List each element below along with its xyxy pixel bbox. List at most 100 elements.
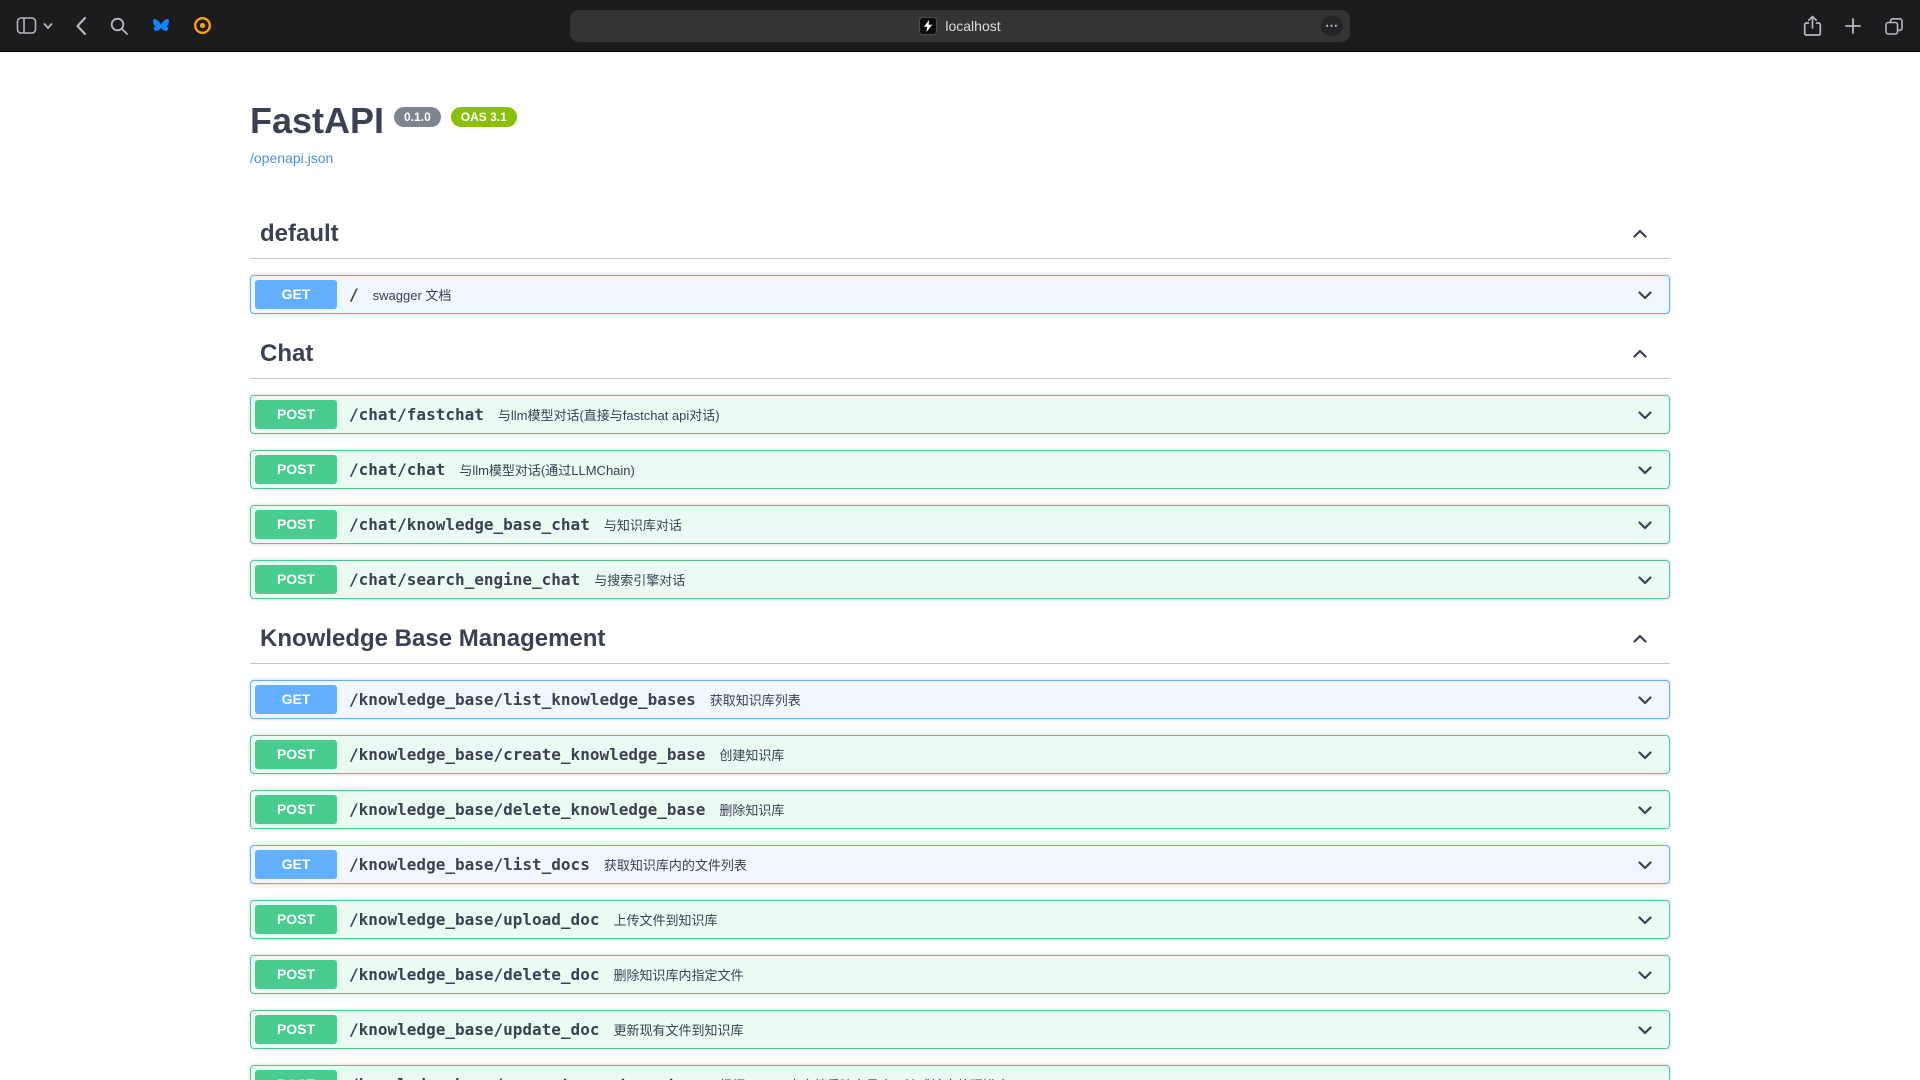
http-method-badge: POST	[255, 400, 337, 429]
endpoint-row[interactable]: POST /knowledge_base/upload_doc 上传文件到知识库	[250, 900, 1670, 939]
api-tag-section: Chat POST /chat/fastchat 与llm模型对话(直接与fas…	[250, 330, 1670, 599]
endpoint-description: 删除知识库内指定文件	[613, 965, 743, 984]
browser-toolbar: localhost ⋯	[0, 0, 1920, 52]
version-badge: 0.1.0	[394, 107, 441, 127]
http-method-badge: POST	[255, 1070, 337, 1080]
address-bar[interactable]: localhost ⋯	[570, 10, 1350, 42]
new-tab-icon[interactable]	[1844, 17, 1862, 35]
endpoint-row[interactable]: GET /knowledge_base/list_docs 获取知识库内的文件列…	[250, 845, 1670, 884]
expand-endpoint-icon[interactable]	[1635, 690, 1655, 710]
sidebar-chevron-icon[interactable]	[43, 22, 53, 30]
back-icon[interactable]	[75, 16, 87, 36]
endpoint-path: /chat/knowledge_base_chat	[337, 515, 602, 534]
collapse-section-icon[interactable]	[1630, 344, 1650, 364]
record-icon[interactable]	[193, 16, 212, 35]
http-method-badge: POST	[255, 960, 337, 989]
openapi-json-link[interactable]: /openapi.json	[250, 150, 333, 166]
endpoint-path: /knowledge_base/update_doc	[337, 1020, 611, 1039]
address-content: localhost	[919, 17, 1000, 35]
endpoint-row[interactable]: GET / swagger 文档	[250, 275, 1670, 314]
share-icon[interactable]	[1803, 15, 1822, 37]
endpoint-description: 删除知识库	[719, 800, 784, 819]
endpoint-description: 根据content中文档重建向量库，流式输出处理进度。	[719, 1075, 1022, 1080]
http-method-badge: POST	[255, 565, 337, 594]
endpoint-row[interactable]: POST /knowledge_base/recreate_vector_sto…	[250, 1065, 1670, 1080]
bluesky-app-icon[interactable]	[151, 17, 171, 35]
expand-endpoint-icon[interactable]	[1635, 1075, 1655, 1080]
extensions-badge-icon[interactable]: ⋯	[1321, 16, 1343, 36]
api-tag-section: default GET / swagger 文档	[250, 210, 1670, 314]
endpoint-row[interactable]: GET /knowledge_base/list_knowledge_bases…	[250, 680, 1670, 719]
url-text: localhost	[945, 18, 1000, 34]
section-header[interactable]: Chat	[250, 330, 1670, 379]
endpoint-row[interactable]: POST /knowledge_base/create_knowledge_ba…	[250, 735, 1670, 774]
http-method-badge: POST	[255, 905, 337, 934]
http-method-badge: POST	[255, 455, 337, 484]
oas-badge: OAS 3.1	[451, 107, 517, 127]
endpoint-path: /knowledge_base/delete_doc	[337, 965, 611, 984]
endpoint-path: /chat/fastchat	[337, 405, 496, 424]
sidebar-toggle-icon[interactable]	[16, 16, 37, 35]
expand-endpoint-icon[interactable]	[1635, 855, 1655, 875]
endpoint-path: /knowledge_base/create_knowledge_base	[337, 745, 717, 764]
operations-list: POST /chat/fastchat 与llm模型对话(直接与fastchat…	[250, 379, 1670, 599]
endpoint-path: /chat/search_engine_chat	[337, 570, 592, 589]
tab-overview-icon[interactable]	[1884, 16, 1904, 36]
expand-endpoint-icon[interactable]	[1635, 965, 1655, 985]
expand-endpoint-icon[interactable]	[1635, 1020, 1655, 1040]
http-method-badge: POST	[255, 510, 337, 539]
endpoint-path: /knowledge_base/delete_knowledge_base	[337, 800, 717, 819]
expand-endpoint-icon[interactable]	[1635, 285, 1655, 305]
endpoint-description: 创建知识库	[719, 745, 784, 764]
page-title: FastAPI 0.1.0 OAS 3.1	[250, 100, 1670, 142]
endpoint-row[interactable]: POST /chat/knowledge_base_chat 与知识库对话	[250, 505, 1670, 544]
collapse-section-icon[interactable]	[1630, 224, 1650, 244]
endpoint-description: 获取知识库列表	[710, 690, 801, 709]
endpoint-description: 与llm模型对话(通过LLMChain)	[459, 460, 635, 479]
operations-list: GET /knowledge_base/list_knowledge_bases…	[250, 664, 1670, 1080]
section-header[interactable]: Knowledge Base Management	[250, 615, 1670, 664]
expand-endpoint-icon[interactable]	[1635, 910, 1655, 930]
expand-endpoint-icon[interactable]	[1635, 405, 1655, 425]
endpoint-description: 与llm模型对话(直接与fastchat api对话)	[498, 405, 720, 424]
swagger-page: FastAPI 0.1.0 OAS 3.1 /openapi.json defa…	[0, 52, 1920, 1080]
expand-endpoint-icon[interactable]	[1635, 460, 1655, 480]
section-title: default	[260, 220, 339, 248]
toolbar-right-group	[1803, 0, 1904, 51]
endpoint-row[interactable]: POST /knowledge_base/update_doc 更新现有文件到知…	[250, 1010, 1670, 1049]
http-method-badge: GET	[255, 280, 337, 309]
search-icon[interactable]	[109, 16, 129, 36]
endpoint-row[interactable]: POST /knowledge_base/delete_doc 删除知识库内指定…	[250, 955, 1670, 994]
operations-list: GET / swagger 文档	[250, 259, 1670, 314]
http-method-badge: POST	[255, 740, 337, 769]
api-sections: default GET / swagger 文档 Chat	[250, 210, 1670, 1080]
api-tag-section: Knowledge Base Management GET /knowledge…	[250, 615, 1670, 1080]
endpoint-description: 与搜索引擎对话	[594, 570, 685, 589]
expand-endpoint-icon[interactable]	[1635, 745, 1655, 765]
endpoint-path: /chat/chat	[337, 460, 457, 479]
endpoint-row[interactable]: POST /chat/search_engine_chat 与搜索引擎对话	[250, 560, 1670, 599]
expand-endpoint-icon[interactable]	[1635, 515, 1655, 535]
sidebar-cluster	[16, 16, 53, 35]
expand-endpoint-icon[interactable]	[1635, 800, 1655, 820]
endpoint-description: 获取知识库内的文件列表	[604, 855, 747, 874]
api-title-text: FastAPI	[250, 100, 384, 142]
endpoint-row[interactable]: POST /chat/chat 与llm模型对话(通过LLMChain)	[250, 450, 1670, 489]
section-title: Chat	[260, 340, 313, 368]
toolbar-left-group	[16, 0, 212, 51]
endpoint-path: /knowledge_base/list_docs	[337, 855, 602, 874]
http-method-badge: GET	[255, 685, 337, 714]
collapse-section-icon[interactable]	[1630, 629, 1650, 649]
endpoint-row[interactable]: POST /chat/fastchat 与llm模型对话(直接与fastchat…	[250, 395, 1670, 434]
endpoint-path: /	[337, 285, 371, 304]
section-header[interactable]: default	[250, 210, 1670, 259]
endpoint-path: /knowledge_base/recreate_vector_store	[337, 1075, 717, 1080]
endpoint-description: 与知识库对话	[604, 515, 682, 534]
http-method-badge: GET	[255, 850, 337, 879]
endpoint-description: swagger 文档	[373, 285, 452, 304]
api-info: FastAPI 0.1.0 OAS 3.1 /openapi.json	[250, 100, 1670, 168]
endpoint-row[interactable]: POST /knowledge_base/delete_knowledge_ba…	[250, 790, 1670, 829]
section-title: Knowledge Base Management	[260, 625, 605, 653]
expand-endpoint-icon[interactable]	[1635, 570, 1655, 590]
site-favicon-icon	[919, 17, 937, 35]
